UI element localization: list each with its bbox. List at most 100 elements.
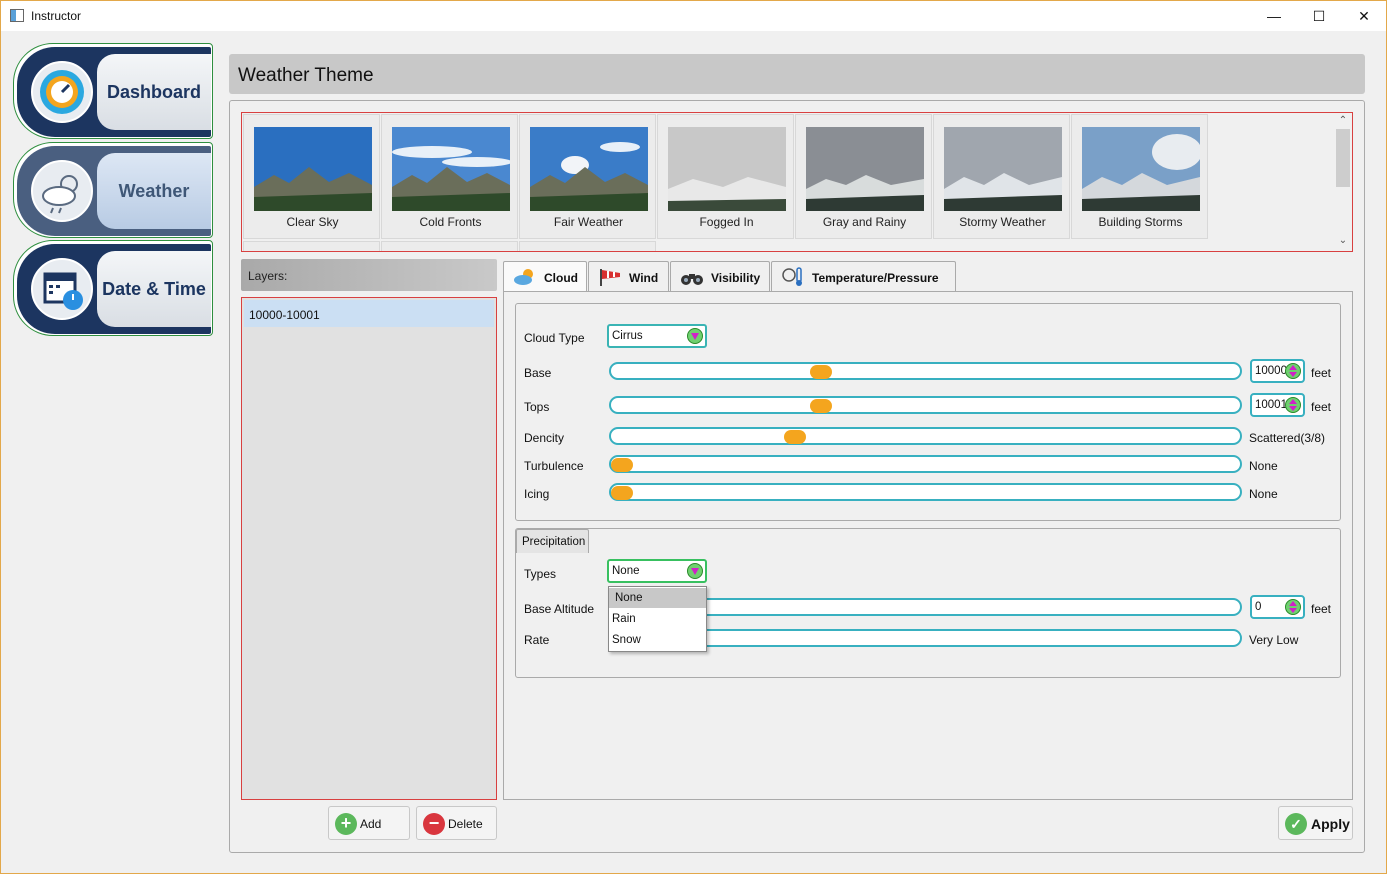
scroll-down-icon[interactable]: ⌄ xyxy=(1334,235,1352,246)
thermometer-gauge-icon xyxy=(781,267,803,287)
theme-row-partial xyxy=(381,241,518,251)
spin-arrows-icon[interactable] xyxy=(1285,363,1301,379)
layers-header: Layers: xyxy=(241,259,497,291)
theme-cold-fronts[interactable]: Cold Fronts xyxy=(381,114,518,239)
tops-unit: feet xyxy=(1311,400,1332,414)
theme-gray-and-rainy[interactable]: Gray and Rainy xyxy=(795,114,932,239)
windsock-icon xyxy=(598,267,620,287)
tab-visibility-label: Visibility xyxy=(711,271,761,285)
precipitation-type-value: None xyxy=(612,565,640,577)
nav-dashboard-label: Dashboard xyxy=(106,82,202,102)
base-altitude-label: Base Altitude xyxy=(524,602,595,616)
theme-label: Cold Fronts xyxy=(419,215,482,229)
tab-visibility[interactable]: Visibility xyxy=(670,261,770,291)
tops-slider[interactable] xyxy=(609,396,1242,414)
rate-readout: Very Low xyxy=(1249,633,1299,647)
theme-label: Gray and Rainy xyxy=(822,215,907,229)
density-label: Dencity xyxy=(524,431,565,445)
tab-cloud-label: Cloud xyxy=(544,271,578,285)
app-window: Instructor — ☐ ✕ Dashboard Weather Date … xyxy=(0,0,1387,874)
option-rain[interactable]: Rain xyxy=(609,609,706,629)
dropdown-arrow-icon[interactable] xyxy=(687,328,703,344)
nav-date-time-button[interactable]: Date & Time xyxy=(13,240,213,336)
layer-item-label: 10000-10001 xyxy=(249,308,320,322)
theme-thumbnail xyxy=(668,127,786,211)
tab-temperature-pressure-label: Temperature/Pressure xyxy=(812,271,939,285)
theme-clear-sky[interactable]: Clear Sky xyxy=(243,114,380,239)
base-slider[interactable] xyxy=(609,362,1242,380)
weather-theme-gallery: Clear Sky Cold Fronts Fair Weather Fogge… xyxy=(241,112,1353,252)
option-label: Rain xyxy=(612,613,636,625)
app-icon xyxy=(10,9,24,22)
maximize-button[interactable]: ☐ xyxy=(1296,1,1342,31)
cloud-type-select[interactable]: Cirrus xyxy=(607,324,707,348)
nav-weather-button[interactable]: Weather xyxy=(13,142,213,238)
base-spinbox[interactable]: 10000 xyxy=(1250,359,1305,383)
turbulence-slider[interactable] xyxy=(609,455,1242,473)
nav-date-time-label: Date & Time xyxy=(102,279,206,299)
add-layer-button[interactable]: + Add xyxy=(328,806,410,840)
theme-label: Fogged In xyxy=(699,215,754,229)
option-label: Snow xyxy=(612,634,641,646)
theme-scrollbar[interactable]: ⌃ ⌄ xyxy=(1334,113,1352,250)
scroll-thumb[interactable] xyxy=(1336,129,1350,187)
theme-thumbnail xyxy=(254,127,372,211)
base-altitude-spinbox[interactable]: 0 xyxy=(1250,595,1305,619)
precipitation-type-select[interactable]: None xyxy=(607,559,707,583)
theme-fogged-in[interactable]: Fogged In xyxy=(657,114,794,239)
nav-dashboard-button[interactable]: Dashboard xyxy=(13,43,213,139)
option-none[interactable]: None xyxy=(609,588,706,608)
window-title: Instructor xyxy=(31,9,82,23)
slider-handle[interactable] xyxy=(611,458,633,472)
tab-wind-label: Wind xyxy=(629,271,659,285)
slider-handle[interactable] xyxy=(810,399,832,413)
icing-label: Icing xyxy=(524,487,550,501)
cloud-type-label: Cloud Type xyxy=(524,331,585,345)
close-button[interactable]: ✕ xyxy=(1341,1,1387,31)
page-title: Weather Theme xyxy=(238,65,374,86)
base-altitude-value: 0 xyxy=(1255,601,1262,613)
tab-temperature-pressure[interactable]: Temperature/Pressure xyxy=(771,261,956,291)
delete-label: Delete xyxy=(448,817,483,831)
density-slider[interactable] xyxy=(609,427,1242,445)
icing-readout: None xyxy=(1249,487,1278,501)
calendar-clock-icon xyxy=(31,258,93,320)
slider-handle[interactable] xyxy=(810,365,832,379)
weather-cloud-sun-icon xyxy=(31,160,93,222)
theme-thumbnail xyxy=(806,127,924,211)
tab-wind[interactable]: Wind xyxy=(588,261,669,291)
slider-handle[interactable] xyxy=(784,430,806,444)
apply-button[interactable]: ✓ Apply xyxy=(1278,806,1353,840)
layers-heading: Layers: xyxy=(248,269,288,283)
delete-layer-button[interactable]: − Delete xyxy=(416,806,497,840)
minimize-button[interactable]: — xyxy=(1251,1,1297,31)
precipitation-tab[interactable]: Precipitation xyxy=(516,529,589,553)
apply-label: Apply xyxy=(1311,816,1350,832)
theme-stormy-weather[interactable]: Stormy Weather xyxy=(933,114,1070,239)
turbulence-label: Turbulence xyxy=(524,459,584,473)
theme-label: Clear Sky xyxy=(286,215,339,229)
icing-slider[interactable] xyxy=(609,483,1242,501)
theme-building-storms[interactable]: Building Storms xyxy=(1071,114,1208,239)
spin-arrows-icon[interactable] xyxy=(1285,397,1301,413)
base-value: 10000 xyxy=(1255,365,1287,377)
theme-row-partial xyxy=(519,241,656,251)
theme-thumbnail xyxy=(530,127,648,211)
spin-arrows-icon[interactable] xyxy=(1285,599,1301,615)
tab-cloud[interactable]: Cloud xyxy=(503,261,587,292)
theme-label: Building Storms xyxy=(1098,215,1183,229)
tops-spinbox[interactable]: 10001 xyxy=(1250,393,1305,417)
theme-thumbnail xyxy=(944,127,1062,211)
dropdown-arrow-icon[interactable] xyxy=(687,563,703,579)
list-item[interactable]: 10000-10001 xyxy=(244,300,494,327)
add-label: Add xyxy=(360,817,382,831)
theme-row-partial xyxy=(243,241,380,251)
scroll-up-icon[interactable]: ⌃ xyxy=(1334,115,1352,126)
slider-handle[interactable] xyxy=(611,486,633,500)
theme-thumbnail xyxy=(392,127,510,211)
theme-fair-weather[interactable]: Fair Weather xyxy=(519,114,656,239)
checkmark-icon: ✓ xyxy=(1285,813,1307,835)
base-altitude-unit: feet xyxy=(1311,602,1332,616)
tops-value: 10001 xyxy=(1255,399,1287,411)
option-snow[interactable]: Snow xyxy=(609,630,706,650)
